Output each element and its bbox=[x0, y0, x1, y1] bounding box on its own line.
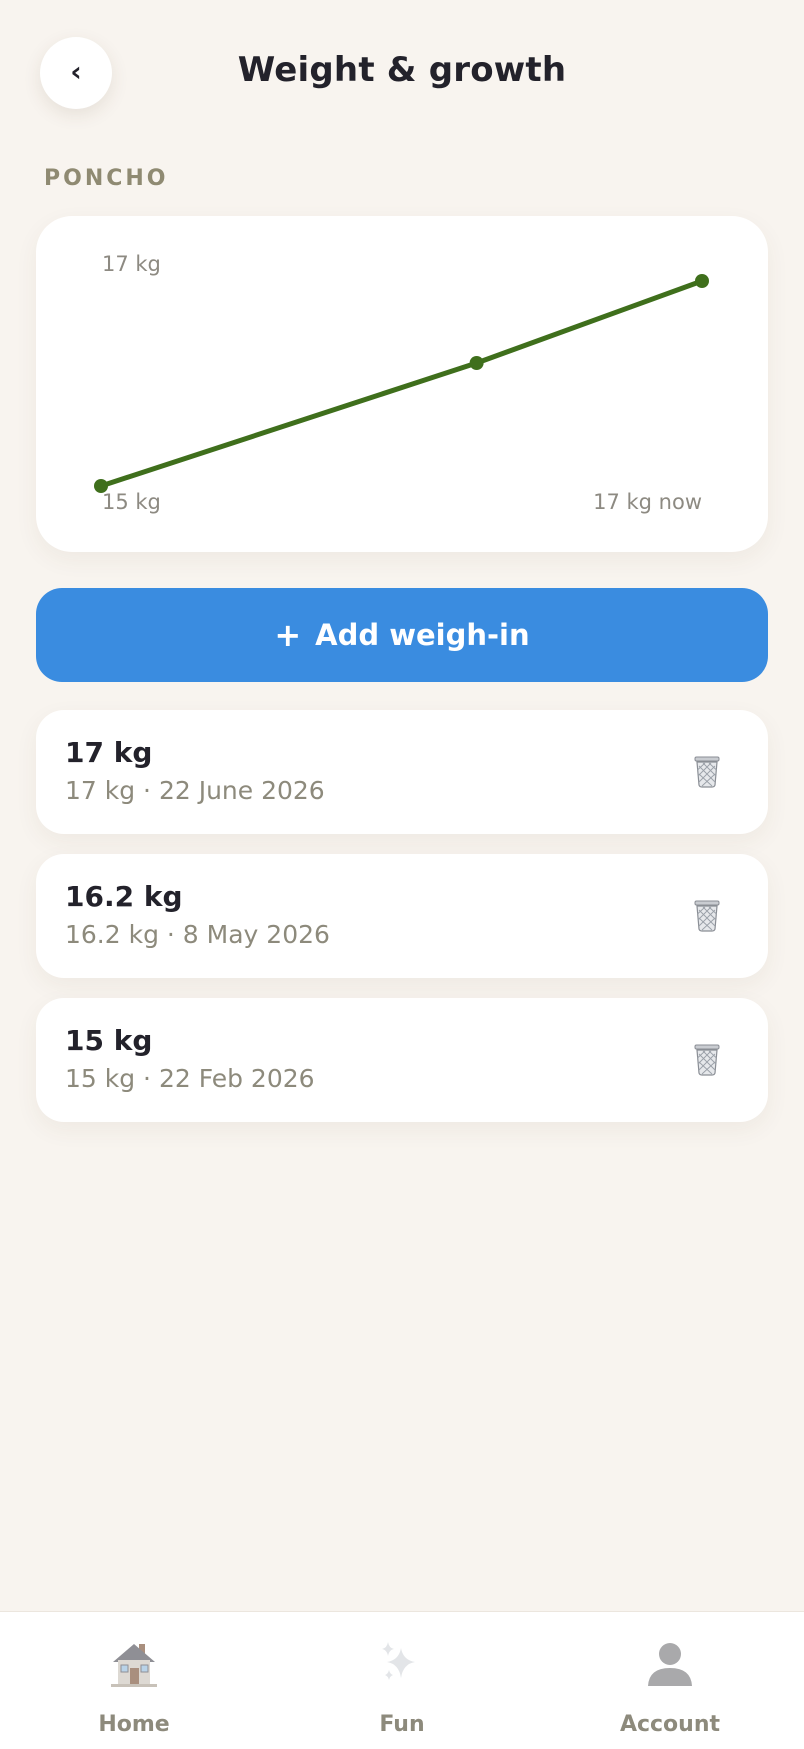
trash-icon[interactable] bbox=[692, 754, 722, 788]
weight-data-point bbox=[695, 274, 709, 288]
add-weigh-in-button[interactable]: + Add weigh-in bbox=[36, 588, 768, 682]
plus-icon: + bbox=[274, 616, 302, 654]
add-weigh-in-label: Add weigh-in bbox=[315, 618, 530, 652]
trash-icon[interactable] bbox=[692, 1042, 722, 1076]
entry-detail: 17 kg · 22 June 2026 bbox=[65, 776, 325, 805]
sparkles-icon bbox=[382, 1642, 415, 1680]
weight-data-point bbox=[469, 356, 484, 370]
user-icon bbox=[648, 1643, 692, 1686]
weigh-in-entry: 16.2 kg 16.2 kg · 8 May 2026 bbox=[36, 854, 768, 978]
house-icon bbox=[111, 1644, 157, 1687]
weight-chart-card: 17 kg 15 kg 17 kg now bbox=[36, 216, 768, 552]
nav-item-account[interactable]: Account bbox=[536, 1612, 804, 1749]
entry-detail: 15 kg · 22 Feb 2026 bbox=[65, 1064, 315, 1093]
trash-icon[interactable] bbox=[692, 898, 722, 932]
bottom-nav: Home Fun Account bbox=[0, 1611, 804, 1749]
nav-label-fun: Fun bbox=[379, 1712, 425, 1737]
chart-min-label: 15 kg bbox=[102, 490, 161, 514]
entry-weight: 17 kg bbox=[65, 736, 153, 769]
weight-series-line bbox=[98, 278, 705, 489]
chart-max-label: 17 kg bbox=[102, 252, 161, 276]
nav-item-fun[interactable]: Fun bbox=[268, 1612, 536, 1749]
weigh-in-entry: 17 kg 17 kg · 22 June 2026 bbox=[36, 710, 768, 834]
entry-weight: 16.2 kg bbox=[65, 880, 183, 913]
page-title: Weight & growth bbox=[237, 50, 567, 90]
weigh-in-entry: 15 kg 15 kg · 22 Feb 2026 bbox=[36, 998, 768, 1122]
nav-label-home: Home bbox=[98, 1712, 170, 1737]
pet-name-label: PONCHO bbox=[44, 166, 169, 191]
entry-detail: 16.2 kg · 8 May 2026 bbox=[65, 920, 330, 949]
entry-weight: 15 kg bbox=[65, 1024, 153, 1057]
nav-item-home[interactable]: Home bbox=[0, 1612, 268, 1749]
nav-label-account: Account bbox=[619, 1712, 721, 1737]
chart-current-label: 17 kg now bbox=[593, 490, 702, 514]
